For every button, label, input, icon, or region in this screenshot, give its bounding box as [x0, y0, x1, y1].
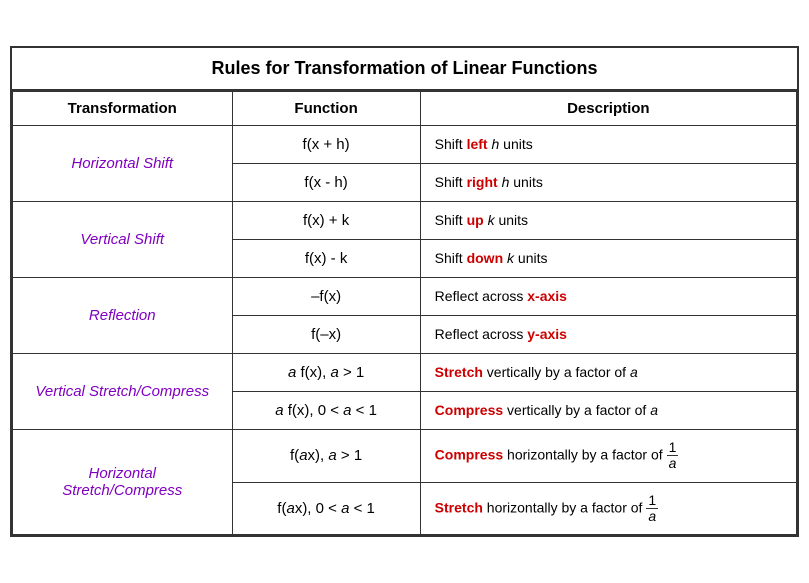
description-cell: Shift up k units [420, 201, 796, 239]
function-cell: f(ax), a > 1 [232, 429, 420, 482]
transform-cell: Horizontal Stretch/Compress [13, 429, 233, 535]
description-cell: Shift right h units [420, 163, 796, 201]
table-wrapper: Rules for Transformation of Linear Funct… [10, 46, 799, 538]
description-cell: Compress vertically by a factor of a [420, 391, 796, 429]
function-cell: f(x - h) [232, 163, 420, 201]
table-row: Horizontal Shiftf(x + h)Shift left h uni… [13, 125, 797, 163]
transform-cell: Reflection [13, 277, 233, 353]
function-cell: f(ax), 0 < a < 1 [232, 482, 420, 535]
description-cell: Stretch horizontally by a factor of 1a [420, 482, 796, 535]
header-description: Description [420, 91, 796, 125]
table-row: Vertical Stretch/Compressa f(x), a > 1St… [13, 353, 797, 391]
function-cell: f(–x) [232, 315, 420, 353]
table-row: Horizontal Stretch/Compressf(ax), a > 1C… [13, 429, 797, 482]
description-cell: Reflect across y-axis [420, 315, 796, 353]
header-row: Transformation Function Description [13, 91, 797, 125]
description-cell: Compress horizontally by a factor of 1a [420, 429, 796, 482]
description-cell: Shift down k units [420, 239, 796, 277]
header-function: Function [232, 91, 420, 125]
description-cell: Shift left h units [420, 125, 796, 163]
function-cell: a f(x), 0 < a < 1 [232, 391, 420, 429]
function-cell: f(x + h) [232, 125, 420, 163]
transform-cell: Horizontal Shift [13, 125, 233, 201]
function-cell: –f(x) [232, 277, 420, 315]
description-cell: Reflect across x-axis [420, 277, 796, 315]
transform-cell: Vertical Shift [13, 201, 233, 277]
function-cell: f(x) - k [232, 239, 420, 277]
function-cell: f(x) + k [232, 201, 420, 239]
main-table: Transformation Function Description Hori… [12, 91, 797, 536]
description-cell: Stretch vertically by a factor of a [420, 353, 796, 391]
table-row: Reflection–f(x)Reflect across x-axis [13, 277, 797, 315]
function-cell: a f(x), a > 1 [232, 353, 420, 391]
table-title: Rules for Transformation of Linear Funct… [12, 48, 797, 91]
table-row: Vertical Shiftf(x) + kShift up k units [13, 201, 797, 239]
header-transformation: Transformation [13, 91, 233, 125]
transform-cell: Vertical Stretch/Compress [13, 353, 233, 429]
